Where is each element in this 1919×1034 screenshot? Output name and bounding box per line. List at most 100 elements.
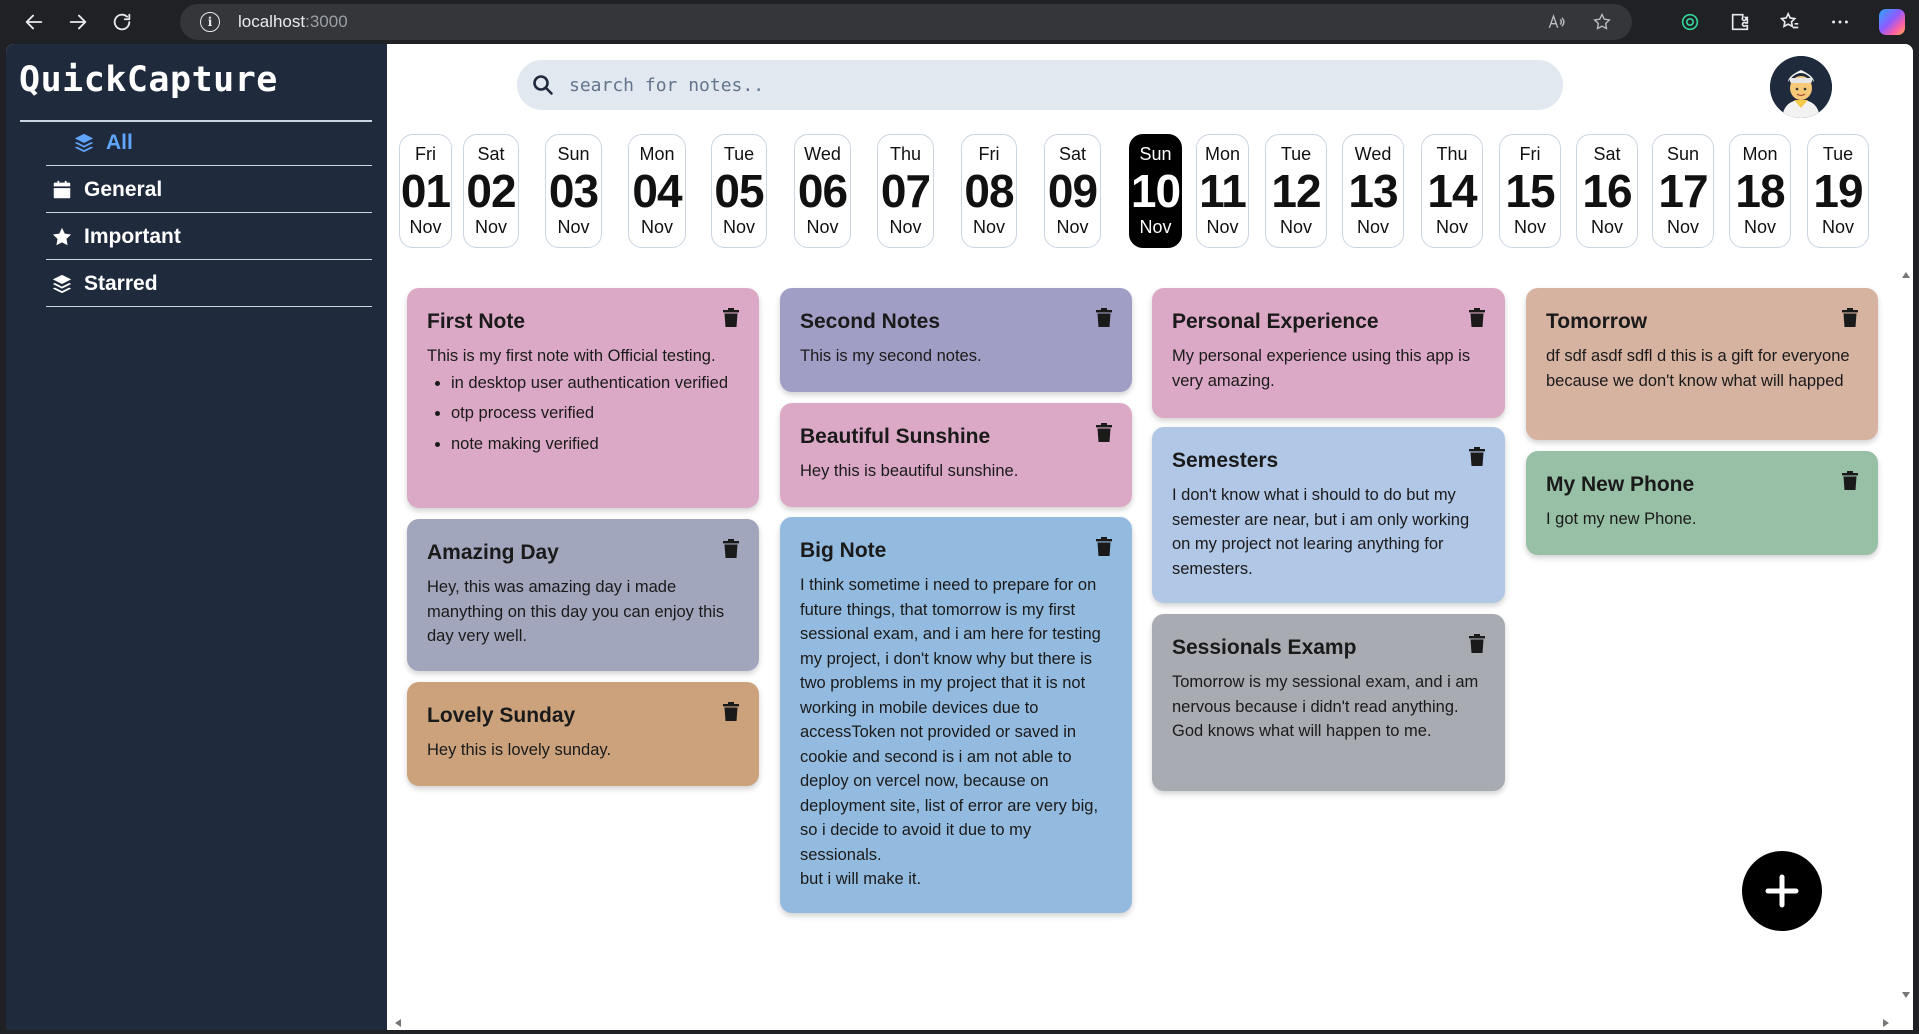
address-bar[interactable]: i localhost:3000 [180, 4, 1632, 40]
layers-icon [50, 272, 74, 296]
note-card[interactable]: My New Phone I got my new Phone. [1526, 451, 1878, 555]
reload-icon[interactable] [104, 4, 140, 40]
read-aloud-icon[interactable] [1546, 12, 1566, 32]
list-item: note making verified [451, 432, 739, 457]
day-chip[interactable]: Fri 08 Nov [961, 134, 1017, 248]
day-chip[interactable]: Thu 07 Nov [877, 134, 934, 248]
day-chip-selected[interactable]: Sun 10 Nov [1129, 134, 1182, 248]
app-window: QuickCapture All General Important Starr… [6, 44, 1913, 1030]
note-body: I got my new Phone. [1546, 510, 1697, 528]
note-title: Semesters [1172, 449, 1279, 472]
trash-icon[interactable] [723, 308, 741, 328]
day-chip[interactable]: Sun 17 Nov [1652, 134, 1714, 248]
list-item: in desktop user authentication verified [451, 371, 739, 396]
sidebar-item-label: Important [84, 225, 181, 248]
plus-icon [1765, 874, 1799, 908]
forward-icon[interactable] [60, 4, 96, 40]
note-card[interactable]: Second Notes This is my second notes. [780, 288, 1132, 392]
note-title: Amazing Day [427, 541, 559, 564]
note-title: Personal Experience [1172, 310, 1379, 333]
note-title: Lovely Sunday [427, 704, 576, 727]
note-title: Sessionals Examp [1172, 636, 1357, 659]
search-icon [533, 75, 553, 95]
trash-icon[interactable] [723, 539, 741, 559]
browser-toolbar: i localhost:3000 [0, 0, 1919, 44]
brand-title: QuickCapture [19, 60, 278, 100]
sidebar-item-general[interactable]: General [46, 168, 372, 213]
day-chip[interactable]: Wed 06 Nov [794, 134, 851, 248]
trash-icon[interactable] [1096, 537, 1114, 557]
note-body: Hey this is beautiful sunshine. [800, 462, 1019, 480]
day-chip[interactable]: Wed 13 Nov [1342, 134, 1404, 248]
trash-icon[interactable] [1469, 634, 1487, 654]
list-item: otp process verified [451, 401, 739, 426]
calendar-icon [50, 178, 74, 202]
note-card[interactable]: First Note This is my first note with Of… [407, 288, 759, 508]
note-card[interactable]: Tomorrow df sdf asdf sdfl d this is a gi… [1526, 288, 1878, 440]
star-icon [50, 225, 74, 249]
sidebar-item-all[interactable]: All [46, 121, 372, 166]
day-chip[interactable]: Fri 01 Nov [399, 134, 452, 248]
avatar[interactable] [1770, 56, 1832, 118]
vertical-scrollbar[interactable] [1899, 266, 1913, 1006]
sidebar-item-label: All [106, 131, 133, 154]
note-card[interactable]: Lovely Sunday Hey this is lovely sunday. [407, 682, 759, 786]
favorites-icon[interactable] [1779, 11, 1801, 33]
day-chip[interactable]: Tue 05 Nov [711, 134, 767, 248]
note-bullets: in desktop user authentication verified … [427, 371, 739, 457]
sidebar-item-important[interactable]: Important [46, 215, 372, 260]
day-chip[interactable]: Thu 14 Nov [1421, 134, 1483, 248]
add-note-button[interactable] [1742, 851, 1822, 931]
extensions-puzzle-icon[interactable] [1729, 11, 1751, 33]
note-card[interactable]: Sessionals Examp Tomorrow is my sessiona… [1152, 614, 1505, 791]
trash-icon[interactable] [1842, 471, 1860, 491]
favorite-star-icon[interactable] [1592, 12, 1612, 32]
trash-icon[interactable] [723, 702, 741, 722]
sidebar: QuickCapture All General Important Starr… [6, 44, 387, 1030]
day-chip[interactable]: Sat 09 Nov [1044, 134, 1101, 248]
back-icon[interactable] [16, 4, 52, 40]
note-card[interactable]: Semesters I don't know what i should to … [1152, 427, 1505, 603]
trash-icon[interactable] [1096, 423, 1114, 443]
day-chip[interactable]: Sat 16 Nov [1576, 134, 1638, 248]
trash-icon[interactable] [1096, 308, 1114, 328]
note-title: Tomorrow [1546, 310, 1648, 333]
search-bar[interactable] [517, 60, 1563, 110]
day-chip[interactable]: Fri 15 Nov [1499, 134, 1561, 248]
layers-icon [72, 131, 96, 155]
note-body-line: but i will make it. [800, 870, 922, 888]
day-chip[interactable]: Sat 02 Nov [463, 134, 519, 248]
more-menu-icon[interactable] [1829, 11, 1851, 33]
day-chip[interactable]: Tue 12 Nov [1265, 134, 1327, 248]
note-body: df sdf asdf sdfl d this is a gift for ev… [1546, 347, 1850, 390]
search-input[interactable] [569, 74, 1469, 96]
url-text: localhost:3000 [238, 12, 348, 31]
extension-circle-icon[interactable] [1679, 11, 1701, 33]
day-chip[interactable]: Tue 19 Nov [1807, 134, 1869, 248]
horizontal-scrollbar[interactable] [387, 1016, 1913, 1030]
note-title: Beautiful Sunshine [800, 425, 991, 448]
day-chip[interactable]: Mon 04 Nov [628, 134, 686, 248]
note-title: Big Note [800, 539, 887, 562]
note-body: Tomorrow is my sessional exam, and i am … [1172, 673, 1479, 740]
site-info-icon[interactable]: i [200, 12, 220, 32]
copilot-icon[interactable] [1879, 9, 1905, 35]
sidebar-item-starred[interactable]: Starred [46, 262, 372, 307]
day-chip[interactable]: Sun 03 Nov [545, 134, 602, 248]
main-content: Fri01Nov Sat02Nov Sun03Nov Mon04Nov Tue0… [387, 44, 1913, 1030]
sidebar-item-label: Starred [84, 272, 158, 295]
note-body: My personal experience using this app is… [1172, 347, 1471, 390]
note-card[interactable]: Personal Experience My personal experien… [1152, 288, 1505, 418]
trash-icon[interactable] [1469, 308, 1487, 328]
trash-icon[interactable] [1842, 308, 1860, 328]
note-card[interactable]: Big Note I think sometime i need to prep… [780, 517, 1132, 913]
note-body: I don't know what i should to do but my … [1172, 486, 1470, 578]
trash-icon[interactable] [1469, 447, 1487, 467]
note-body: I think sometime i need to prepare for o… [800, 576, 1101, 864]
note-card[interactable]: Beautiful Sunshine Hey this is beautiful… [780, 403, 1132, 507]
note-title: My New Phone [1546, 473, 1695, 496]
day-chip[interactable]: Mon 18 Nov [1729, 134, 1791, 248]
note-body: Hey, this was amazing day i made manythi… [427, 578, 725, 645]
day-chip[interactable]: Mon 11 Nov [1196, 134, 1249, 248]
note-card[interactable]: Amazing Day Hey, this was amazing day i … [407, 519, 759, 671]
